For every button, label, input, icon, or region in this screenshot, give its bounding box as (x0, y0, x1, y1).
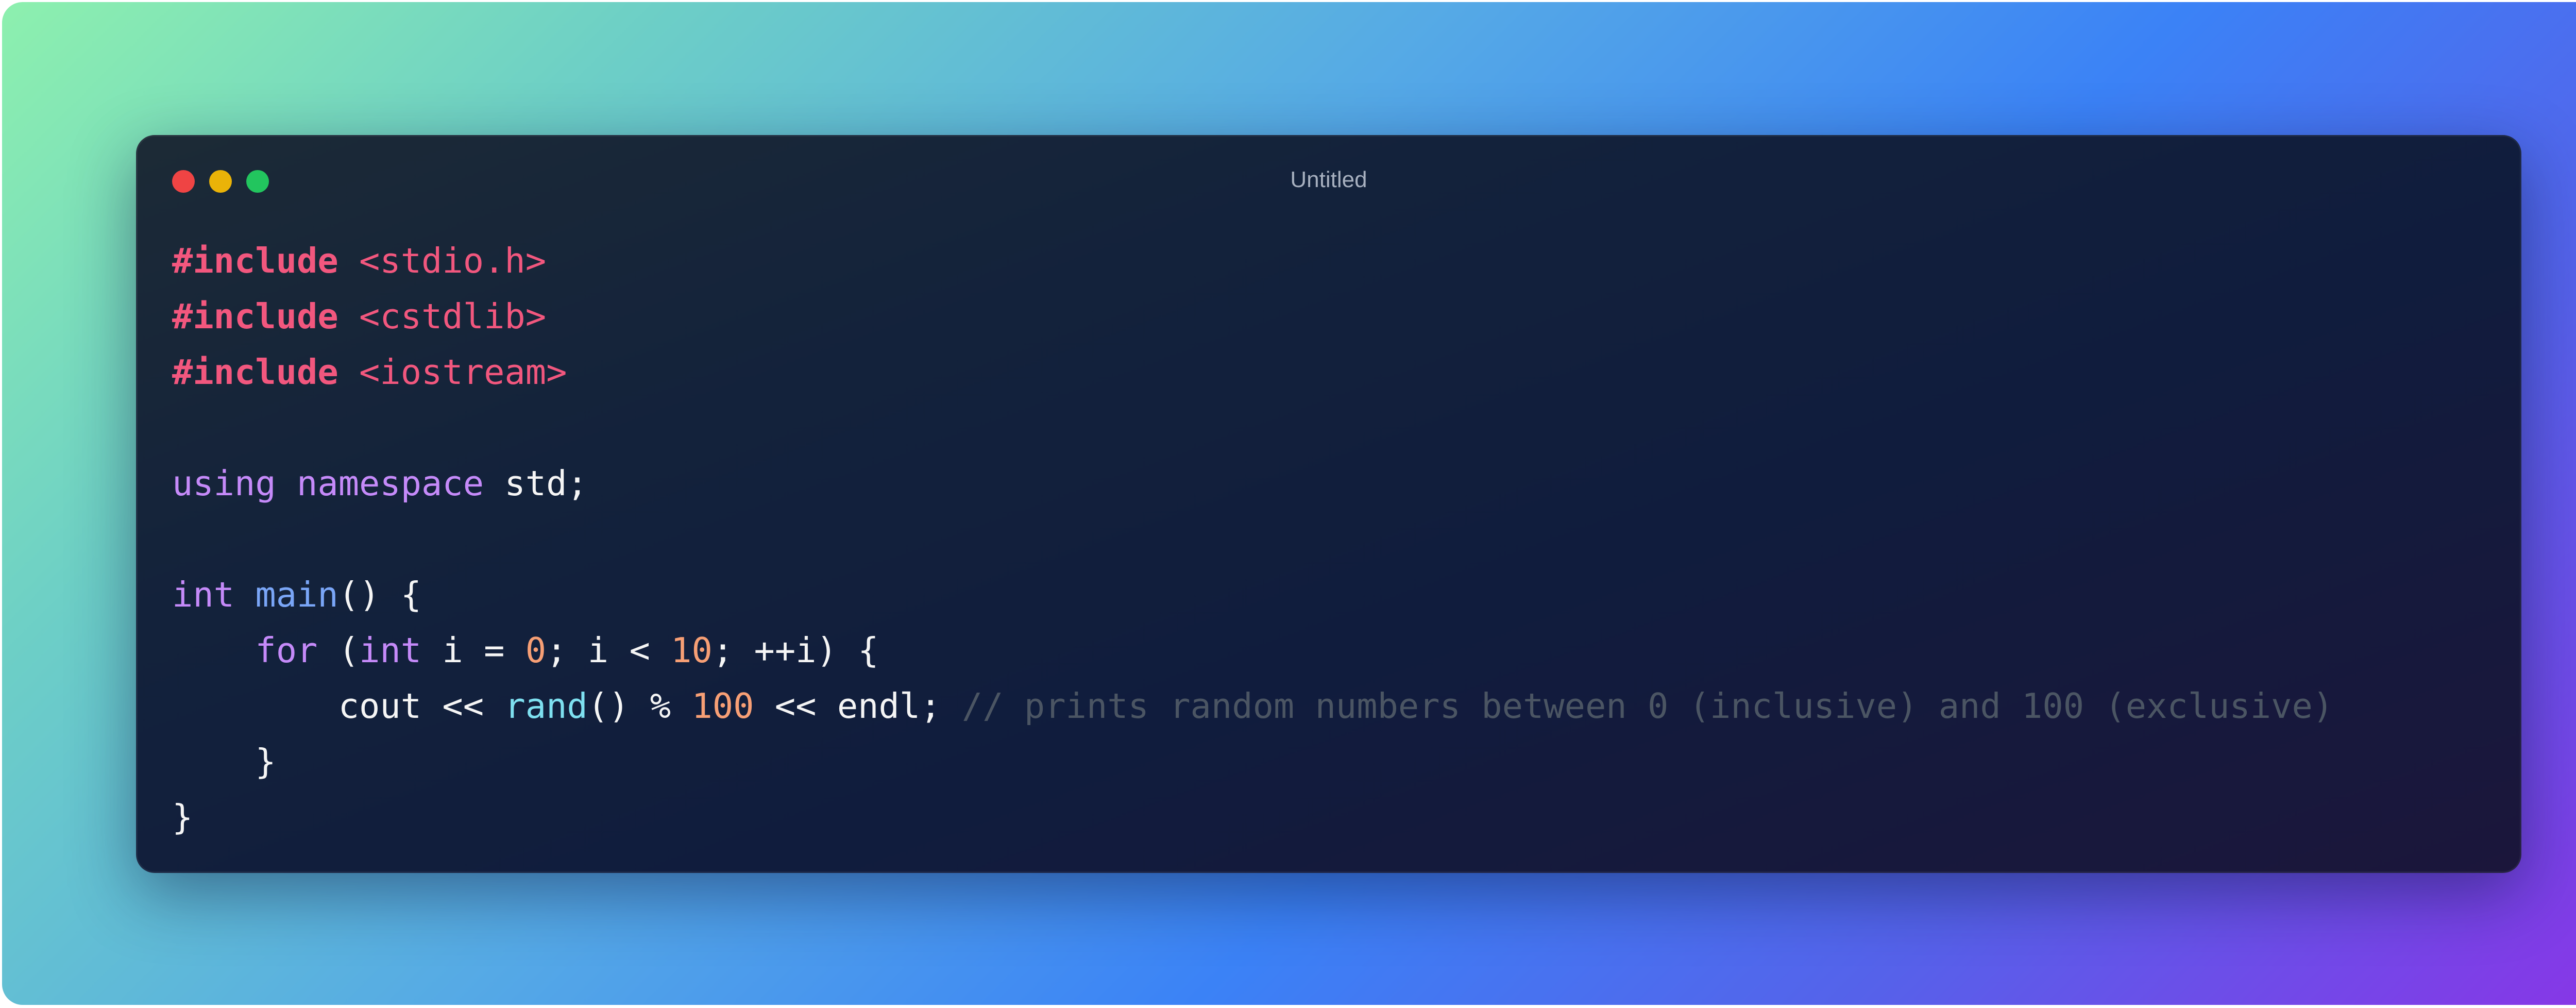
code-window: Untitled #include <stdio.h> #include <cst… (136, 135, 2521, 873)
code-token-inc: #include (172, 296, 338, 337)
code-token: () % (587, 686, 692, 726)
code-line: } (172, 789, 2333, 845)
code-token: ( (317, 630, 360, 670)
code-token: i = (421, 630, 526, 670)
code-token-cmt: // prints random numbers between 0 (incl… (961, 686, 2334, 726)
titlebar: Untitled (136, 135, 2521, 228)
code-line: #include <iostream> (172, 344, 2333, 400)
code-line: using namespace std; (172, 456, 2333, 511)
code-token-hdr: <stdio.h> (359, 241, 547, 281)
code-line: for (int i = 0; i < 10; ++i) { (172, 623, 2333, 678)
code-token: () { (338, 575, 422, 615)
code-line: int main() { (172, 567, 2333, 623)
code-token-inc: #include (172, 352, 338, 392)
code-token-num: 100 (691, 686, 754, 726)
code-token-inc: #include (172, 241, 338, 281)
code-token: ; i < (546, 630, 671, 670)
code-token-num: 0 (525, 630, 547, 670)
code-token: std; (484, 463, 588, 503)
code-token-num: 10 (671, 630, 713, 670)
code-token: << endl; (754, 686, 962, 726)
code-line: cout << rand() % 100 << endl; // prints … (172, 678, 2333, 734)
code-token: } (172, 742, 276, 782)
code-token-kw: namespace (297, 463, 484, 503)
background-frame: Untitled #include <stdio.h> #include <cst… (2, 2, 2576, 1005)
code-token: cout << (172, 686, 505, 726)
code-editor[interactable]: #include <stdio.h> #include <cstdlib> #inc… (172, 233, 2333, 845)
code-line: #include <stdio.h> (172, 233, 2333, 289)
code-token-kw: int (172, 575, 235, 615)
code-line: #include <cstdlib> (172, 289, 2333, 344)
code-token-fn: main (255, 575, 338, 615)
code-token-hdr: <iostream> (359, 352, 567, 392)
code-line: } (172, 734, 2333, 789)
code-token: } (172, 797, 193, 837)
code-token-kw: int (359, 630, 422, 670)
code-token-kw: for (255, 630, 318, 670)
code-token: ; ++i) { (712, 630, 879, 670)
code-token-call: rand (504, 686, 588, 726)
code-token-hdr: <cstdlib> (359, 296, 547, 337)
window-title: Untitled (1290, 167, 1367, 192)
code-token-kw: using (172, 463, 276, 503)
